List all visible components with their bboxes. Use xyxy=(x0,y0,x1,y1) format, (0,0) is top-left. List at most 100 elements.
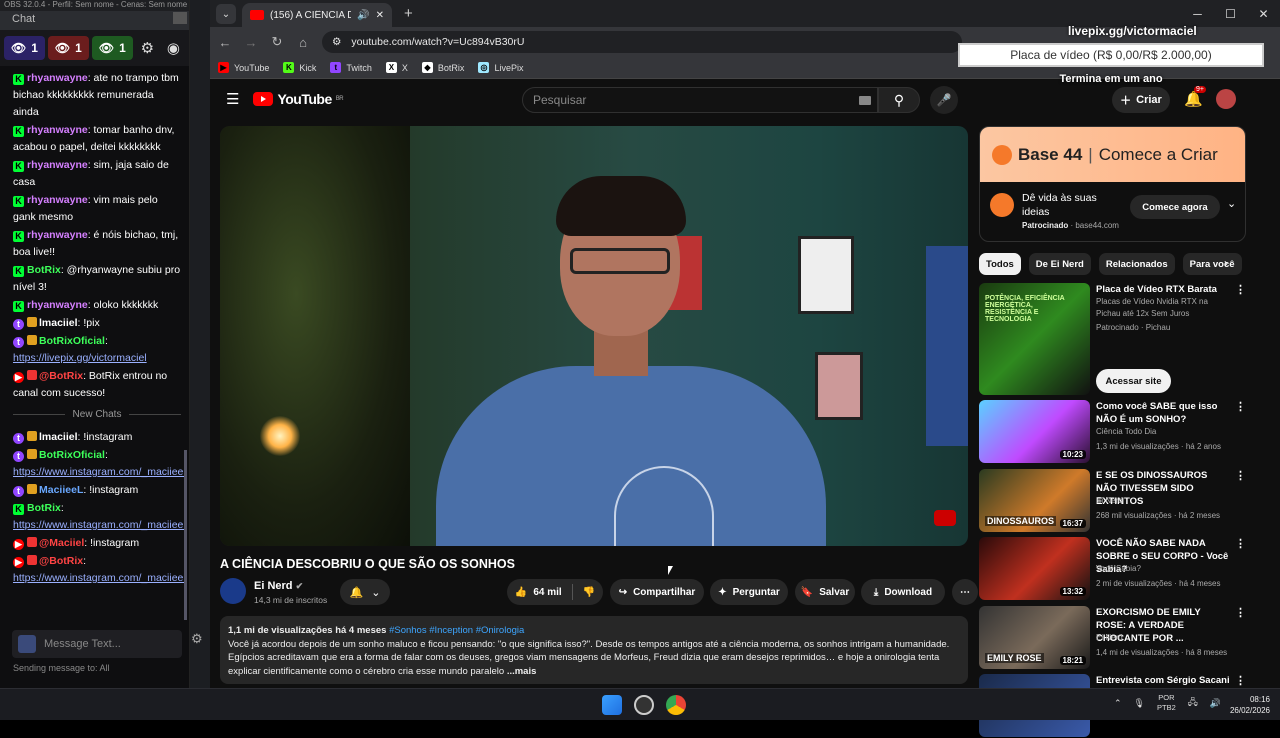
video-thumbnail[interactable]: 10:23 xyxy=(979,400,1090,463)
share-button[interactable]: ↪ Compartilhar xyxy=(610,579,704,605)
chat-message-input[interactable]: Message Text... xyxy=(12,630,182,658)
more-actions-button[interactable]: ⋯ xyxy=(952,579,978,605)
chat-close-button[interactable] xyxy=(173,12,187,24)
sponsored-ad-card[interactable]: Base 44 | Comece a Criar Dê vida às suas… xyxy=(979,126,1246,242)
save-button[interactable]: 🔖 Salvar xyxy=(795,579,855,605)
site-info-icon[interactable]: ⚙ xyxy=(332,36,341,48)
active-tab[interactable]: (156) A CIÊNCIA DESCOBRI 🔊 ✕ xyxy=(242,3,392,27)
avatar[interactable] xyxy=(1216,89,1236,109)
chat-link[interactable]: https://www.instagram.com/_maciieel xyxy=(13,466,186,478)
dislike-button[interactable]: 👎 xyxy=(583,587,595,598)
recommended-video[interactable]: DINOSSAUROS 16:37 E SE OS DINOSSAUROS NÃO … xyxy=(979,469,1247,533)
chat-username[interactable]: rhyanwayne xyxy=(27,124,88,136)
channel-avatar[interactable] xyxy=(220,578,246,604)
chat-username[interactable]: lmaciiel xyxy=(39,317,78,329)
bookmark-botrix[interactable]: ◆ BotRix xyxy=(421,62,464,73)
like-button[interactable]: 👍 64 mil xyxy=(515,587,562,598)
chat-username[interactable]: @Maciiel xyxy=(39,537,84,549)
chat-username[interactable]: BotRixOficial xyxy=(39,335,105,347)
chrome-icon[interactable] xyxy=(666,695,686,715)
chat-username[interactable]: rhyanwayne xyxy=(27,299,88,311)
search-input[interactable]: Pesquisar xyxy=(522,87,878,113)
video-player[interactable] xyxy=(220,126,968,546)
ad-cta-button[interactable]: Comece agora xyxy=(1130,195,1220,219)
speaker-icon[interactable]: 🔊 xyxy=(357,10,369,21)
create-button[interactable]: ＋ Criar xyxy=(1112,87,1170,113)
access-site-button[interactable]: Acessar site xyxy=(1096,369,1171,393)
youtube-viewers-badge[interactable]: 👁 1 xyxy=(47,36,89,60)
clock[interactable]: 08:16 26/02/2026 xyxy=(1222,694,1270,716)
obs-icon[interactable]: ◉ xyxy=(162,36,185,60)
more-vert-icon[interactable]: ⋮ xyxy=(1235,537,1246,550)
ask-button[interactable]: ✦ Perguntar xyxy=(710,579,788,605)
recommended-video[interactable]: POTÊNCIA, EFICIÊNCIA ENERGÉTICA, RESISTÊ… xyxy=(979,283,1247,395)
network-icon[interactable]: 🖧 xyxy=(1188,695,1198,711)
channel-name[interactable]: Ei Nerd ✔ xyxy=(254,580,303,592)
recommended-video[interactable]: 13:32 VOCÊ NÃO SABE NADA SOBRE o SEU CORP… xyxy=(979,537,1247,601)
chat-scrollbar[interactable] xyxy=(184,450,187,620)
notifications-button[interactable]: 🔔 9+ xyxy=(1184,86,1206,108)
bookmark-youtube[interactable]: ▶ YouTube xyxy=(218,62,269,73)
video-thumbnail[interactable]: DINOSSAUROS 16:37 xyxy=(979,469,1090,532)
tab-search-dropdown[interactable]: ⌄ xyxy=(216,4,236,24)
video-thumbnail[interactable]: 13:32 xyxy=(979,537,1090,600)
chat-link[interactable]: https://www.instagram.com/_maciieel xyxy=(13,519,186,531)
chat-username[interactable]: lmaciiel xyxy=(39,431,78,443)
recommended-video[interactable]: 10:23 Como você SABE que isso NÃO É um SO… xyxy=(979,400,1247,464)
new-tab-button[interactable]: + xyxy=(404,5,413,22)
bookmark-kick[interactable]: K Kick xyxy=(283,62,316,73)
chat-username[interactable]: rhyanwayne xyxy=(27,229,88,241)
video-thumbnail[interactable]: POTÊNCIA, EFICIÊNCIA ENERGÉTICA, RESISTÊ… xyxy=(979,283,1090,395)
download-button[interactable]: ⤓ Download xyxy=(861,579,945,605)
chat-link[interactable]: https://www.instagram.com/_maciieel xyxy=(13,572,186,584)
more-vert-icon[interactable]: ⋮ xyxy=(1235,400,1246,413)
chip-0[interactable]: Todos xyxy=(979,253,1021,275)
chevron-right-icon[interactable]: › xyxy=(1224,256,1228,270)
twitch-viewers-badge[interactable]: 👁 1 xyxy=(4,36,45,60)
chat-username[interactable]: @BotRix xyxy=(39,370,83,382)
chevron-up-icon[interactable]: ⌃ xyxy=(1114,698,1122,709)
forward-icon[interactable]: → xyxy=(244,35,258,50)
more-vert-icon[interactable]: ⋮ xyxy=(1235,674,1246,687)
chat-username[interactable]: rhyanwayne xyxy=(27,72,88,84)
chevron-down-icon[interactable]: ⌄ xyxy=(1227,197,1236,210)
more-vert-icon[interactable]: ⋮ xyxy=(1235,606,1246,619)
windows-start-icon[interactable] xyxy=(602,695,622,715)
back-icon[interactable]: ← xyxy=(218,35,232,50)
menu-icon[interactable]: ☰ xyxy=(226,90,239,108)
keyboard-icon[interactable] xyxy=(859,96,871,105)
volume-icon[interactable]: 🔊 xyxy=(1210,698,1221,709)
more-vert-icon[interactable]: ⋮ xyxy=(1235,283,1246,296)
bookmark-twitch[interactable]: t Twitch xyxy=(330,62,372,73)
bookmark-x[interactable]: XX xyxy=(385,62,408,73)
youtube-logo[interactable]: YouTube BR xyxy=(253,91,344,107)
url-field[interactable]: ⚙ youtube.com/watch?v=Uc894vB30rU xyxy=(322,31,962,53)
video-description[interactable]: 1,1 mi de visualizações há 4 meses #Sonh… xyxy=(220,616,968,684)
description-more-link[interactable]: ...mais xyxy=(507,666,537,677)
recommended-channel[interactable]: Ciência Todo Dia xyxy=(1096,427,1156,436)
search-button[interactable]: ⚲ xyxy=(878,87,920,113)
chip-2[interactable]: Relacionados xyxy=(1098,253,1175,275)
description-tags[interactable]: #Sonhos #Inception #Onirologia xyxy=(389,625,524,636)
chip-1[interactable]: De Ei Nerd xyxy=(1028,253,1091,275)
youtube-watermark-icon[interactable] xyxy=(934,510,956,526)
video-thumbnail[interactable]: EMILY ROSE 18:21 xyxy=(979,606,1090,669)
obs-taskbar-icon[interactable] xyxy=(634,695,654,715)
language-indicator[interactable]: POR PTB2 xyxy=(1157,693,1176,713)
chat-username[interactable]: BotRixOficial xyxy=(39,449,105,461)
chat-username[interactable]: rhyanwayne xyxy=(27,159,88,171)
chip-3[interactable]: Para você xyxy=(1182,253,1242,275)
recommended-channel[interactable]: Placas de Vídeo Nvidia RTX na Pichau até… xyxy=(1096,296,1226,320)
bookmark-livepix[interactable]: ◎ LivePix xyxy=(478,62,523,73)
recommended-video[interactable]: EMILY ROSE 18:21 EXORCISMO DE EMILY ROSE: … xyxy=(979,606,1247,670)
chat-username[interactable]: MaciieeL xyxy=(39,484,83,496)
kick-viewers-badge[interactable]: 👁 1 xyxy=(91,36,133,60)
more-vert-icon[interactable]: ⋮ xyxy=(1235,469,1246,482)
recommended-channel[interactable]: Você Sabia? xyxy=(1096,564,1141,573)
chat-username[interactable]: rhyanwayne xyxy=(27,194,88,206)
chat-link[interactable]: https://livepix.gg/victormaciel xyxy=(13,352,147,364)
reload-icon[interactable]: ↻ xyxy=(270,34,284,50)
voice-search-button[interactable]: 🎤 xyxy=(930,86,958,114)
chat-username[interactable]: BotRix xyxy=(27,502,61,514)
chat-username[interactable]: @BotRix xyxy=(39,555,83,567)
